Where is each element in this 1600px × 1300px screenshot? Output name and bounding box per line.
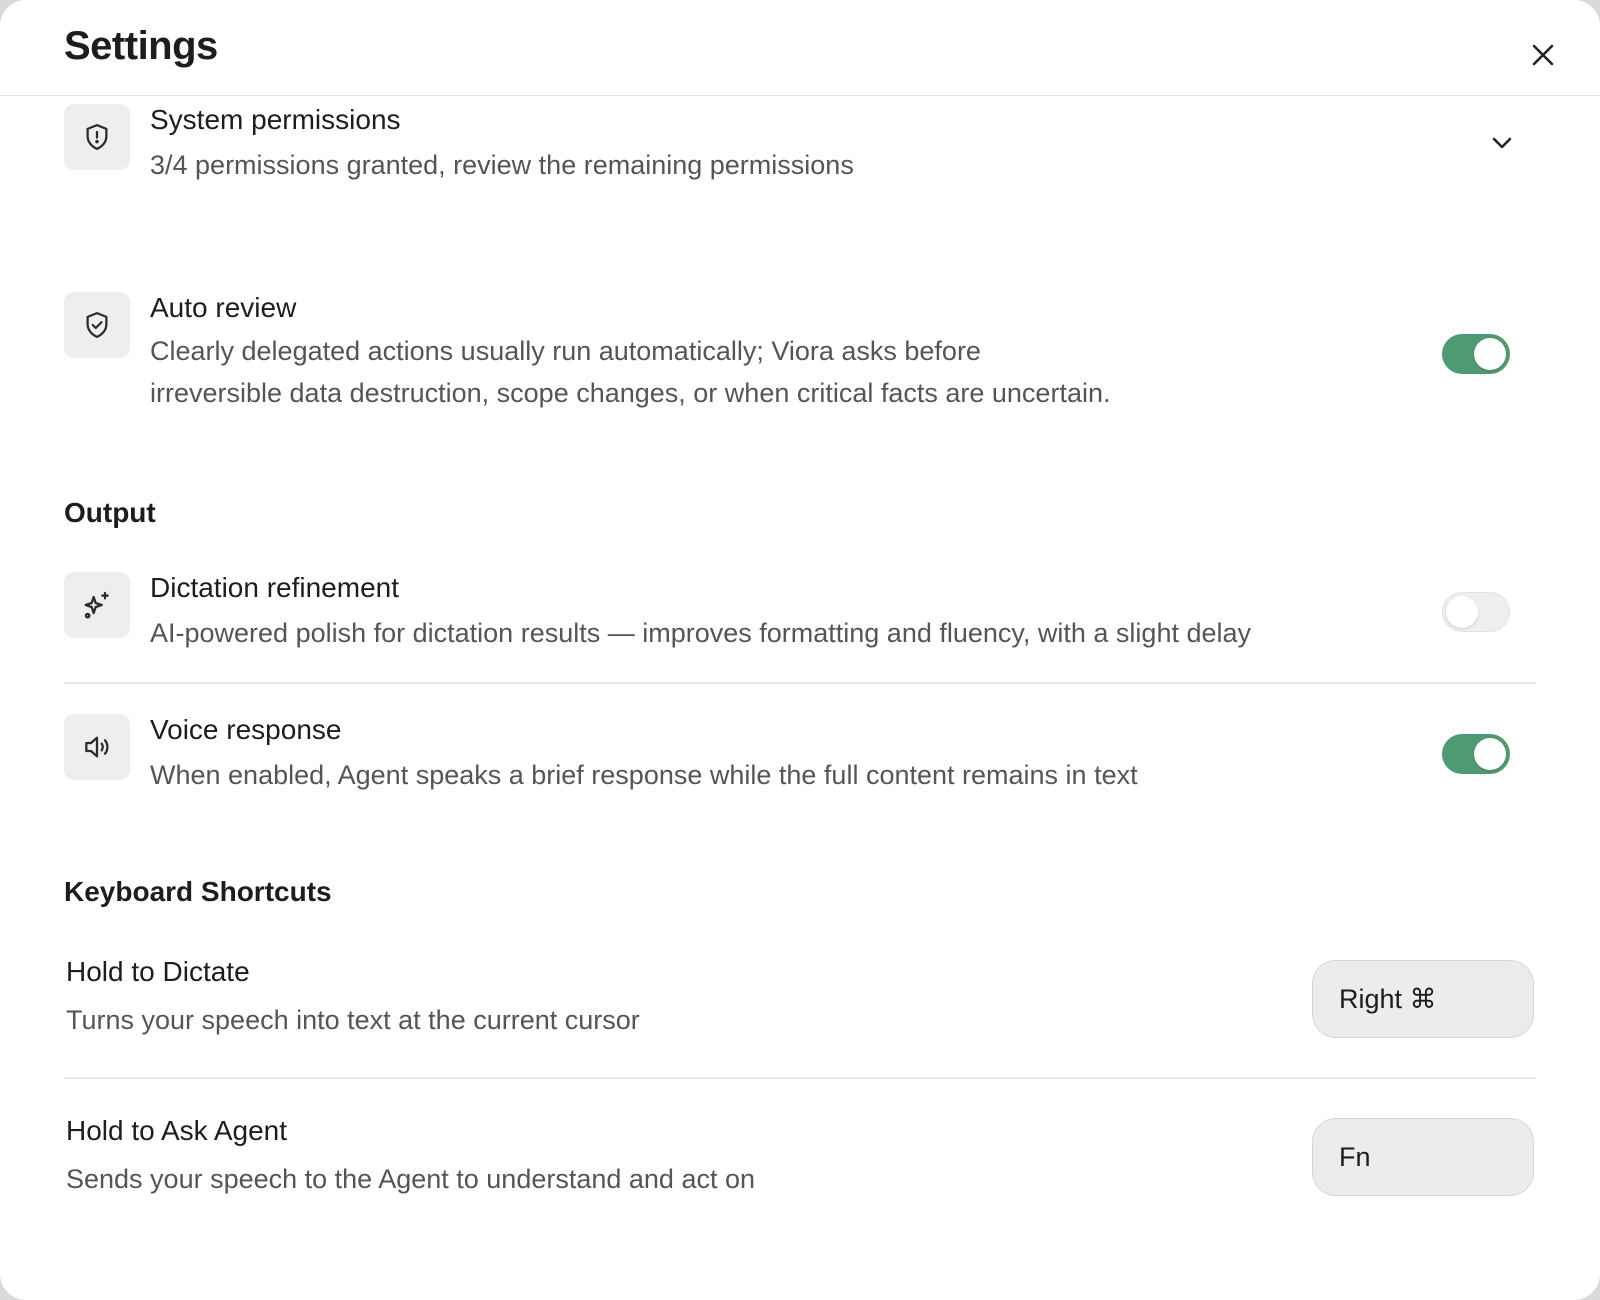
system-permissions-icon-tile: [64, 104, 130, 170]
dictation-refinement-description: AI-powered polish for dictation results …: [150, 618, 1252, 648]
system-permissions-row[interactable]: System permissions 3/4 permissions grant…: [64, 104, 1536, 194]
divider: [64, 1077, 1536, 1079]
hold-to-dictate-title: Hold to Dictate: [66, 956, 250, 987]
voice-response-title: Voice response: [150, 714, 342, 745]
shield-check-icon: [86, 312, 108, 338]
voice-response-description: When enabled, Agent speaks a brief respo…: [150, 760, 1138, 790]
auto-review-description-line1: Clearly delegated actions usually run au…: [150, 336, 981, 366]
voice-response-icon-tile: [64, 714, 130, 780]
auto-review-icon-tile: [64, 292, 130, 358]
auto-review-description-line2: irreversible data destruction, scope cha…: [150, 378, 1111, 408]
hold-to-ask-agent-description: Sends your speech to the Agent to unders…: [66, 1164, 756, 1194]
close-icon[interactable]: [1528, 40, 1558, 70]
dictate-shortcut-key[interactable]: Right ⌘: [1312, 960, 1534, 1038]
chevron-down-icon[interactable]: [1488, 132, 1516, 154]
dictation-refinement-icon-tile: [64, 572, 130, 638]
voice-response-row: Voice response When enabled, Agent speak…: [64, 714, 1536, 804]
dialog-header: Settings: [0, 0, 1600, 96]
voice-response-toggle[interactable]: [1442, 734, 1510, 774]
speaker-icon: [85, 736, 109, 758]
output-section-heading: Output: [64, 497, 156, 528]
dictation-refinement-title: Dictation refinement: [150, 572, 400, 603]
auto-review-toggle[interactable]: [1442, 334, 1510, 374]
auto-review-row: Auto review Clearly delegated actions us…: [64, 292, 1536, 422]
sparkles-icon: [84, 591, 109, 619]
divider: [64, 682, 1536, 684]
ask-agent-shortcut-key[interactable]: Fn: [1312, 1118, 1534, 1196]
page-title: Settings: [64, 24, 218, 68]
dictation-refinement-toggle[interactable]: [1442, 592, 1510, 632]
auto-review-title: Auto review: [150, 292, 297, 323]
hold-to-dictate-description: Turns your speech into text at the curre…: [66, 1005, 640, 1035]
system-permissions-title: System permissions: [150, 104, 401, 135]
toggle-knob: [1474, 738, 1506, 770]
system-permissions-description: 3/4 permissions granted, review the rema…: [150, 150, 854, 180]
settings-dialog: Settings System permissions 3/4 permissi…: [0, 0, 1600, 1300]
hold-to-ask-agent-title: Hold to Ask Agent: [66, 1115, 288, 1146]
dictation-refinement-row: Dictation refinement AI-powered polish f…: [64, 572, 1536, 662]
shield-alert-icon: [86, 124, 108, 150]
toggle-knob: [1474, 338, 1506, 370]
toggle-knob: [1446, 596, 1478, 628]
keyboard-shortcuts-heading: Keyboard Shortcuts: [64, 876, 332, 907]
